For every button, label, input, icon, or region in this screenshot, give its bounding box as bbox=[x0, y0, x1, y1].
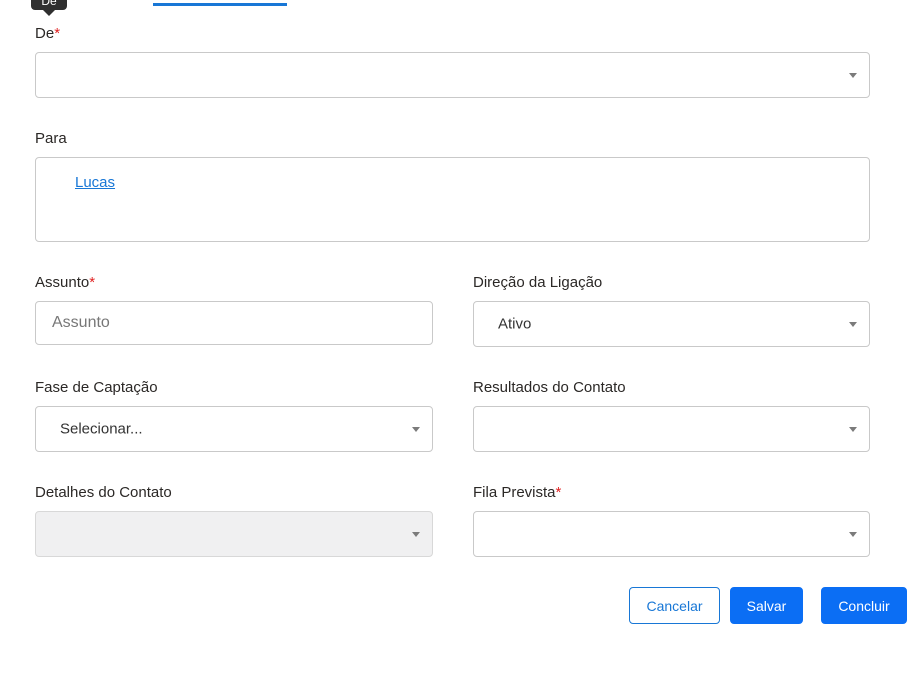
de-select[interactable] bbox=[35, 52, 870, 98]
direcao-select[interactable]: Ativo bbox=[473, 301, 870, 347]
fase-label: Fase de Captação bbox=[35, 379, 158, 396]
direcao-label: Direção da Ligação bbox=[473, 274, 603, 291]
chevron-down-icon bbox=[412, 427, 420, 432]
chevron-down-icon bbox=[849, 73, 857, 78]
fila-select[interactable] bbox=[473, 511, 870, 557]
detalhes-select bbox=[35, 511, 433, 557]
fila-label: Fila Prevista* bbox=[473, 484, 561, 501]
chevron-down-icon bbox=[849, 322, 857, 327]
para-field[interactable]: Lucas bbox=[35, 157, 870, 242]
detalhes-label: Detalhes do Contato bbox=[35, 484, 172, 501]
tooltip-arrow bbox=[43, 10, 55, 16]
required-mark: * bbox=[555, 484, 562, 501]
resultados-label: Resultados do Contato bbox=[473, 379, 626, 396]
tooltip: De bbox=[31, 0, 67, 10]
para-label: Para bbox=[35, 130, 67, 147]
active-tab-indicator bbox=[153, 3, 287, 6]
assunto-label: Assunto* bbox=[35, 274, 95, 291]
required-mark: * bbox=[54, 25, 61, 42]
assunto-label-text: Assunto bbox=[35, 274, 90, 291]
recipient-link[interactable]: Lucas bbox=[75, 174, 115, 191]
chevron-down-icon bbox=[412, 532, 420, 537]
save-button[interactable]: Salvar bbox=[730, 587, 803, 624]
de-label-text: De bbox=[35, 25, 55, 42]
chevron-down-icon bbox=[849, 427, 857, 432]
assunto-input[interactable] bbox=[35, 301, 433, 345]
chevron-down-icon bbox=[849, 532, 857, 537]
direcao-value: Ativo bbox=[498, 315, 532, 333]
fase-select[interactable]: Selecionar... bbox=[35, 406, 433, 452]
de-label: De* bbox=[35, 25, 60, 42]
fase-value: Selecionar... bbox=[60, 420, 143, 438]
finish-button[interactable]: Concluir bbox=[821, 587, 907, 624]
fila-label-text: Fila Prevista bbox=[473, 484, 556, 501]
required-mark: * bbox=[89, 274, 96, 291]
resultados-select[interactable] bbox=[473, 406, 870, 452]
cancel-button[interactable]: Cancelar bbox=[629, 587, 720, 624]
